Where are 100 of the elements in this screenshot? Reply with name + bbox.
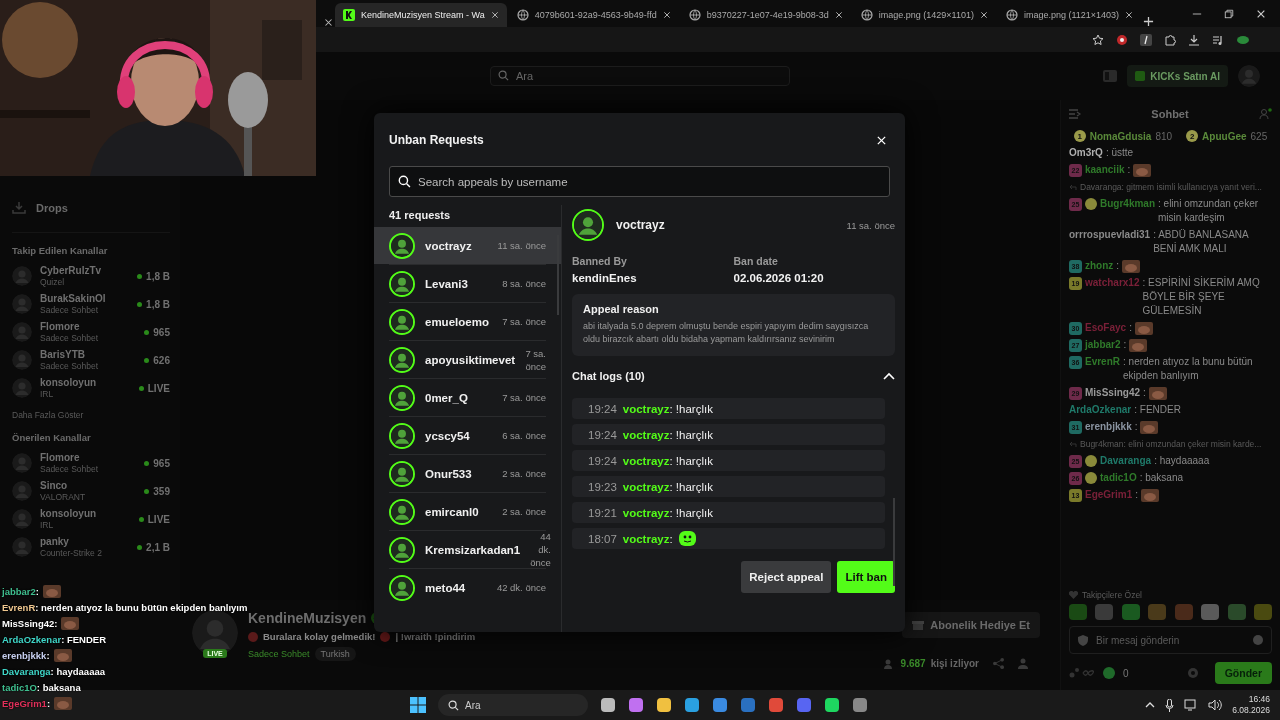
tab-close-icon[interactable] bbox=[979, 11, 988, 19]
channel-name[interactable]: BarisYTB bbox=[40, 348, 137, 361]
reject-appeal-button[interactable]: Reject appeal bbox=[741, 561, 832, 593]
volume-icon[interactable] bbox=[1208, 699, 1223, 711]
request-row[interactable]: ycscy54 6 sa. önce bbox=[374, 417, 561, 454]
search-field[interactable]: Search appeals by username bbox=[389, 166, 890, 197]
chat-username[interactable]: erenbjkkk bbox=[1085, 420, 1132, 434]
channel-category: Quizel bbox=[40, 276, 66, 288]
viewer-label: kişi izliyor bbox=[930, 658, 979, 669]
new-tab-icon[interactable] bbox=[1143, 16, 1155, 27]
chat-username[interactable]: Om3rQ bbox=[1069, 146, 1103, 160]
request-row[interactable]: 0mer_Q 7 sa. önce bbox=[374, 379, 561, 416]
chat-message: : bbox=[35, 585, 39, 599]
puzzle-icon[interactable] bbox=[1164, 33, 1176, 46]
chat-username[interactable]: MisSsing42 bbox=[1085, 386, 1141, 400]
request-row[interactable]: Levani3 8 sa. önce bbox=[374, 265, 561, 302]
language-tag[interactable]: Turkish bbox=[314, 647, 356, 661]
restore-icon[interactable] bbox=[1224, 8, 1234, 19]
request-row[interactable]: voctrayz 11 sa. önce bbox=[374, 227, 561, 264]
request-row[interactable]: Onur533 2 sa. önce bbox=[374, 455, 561, 492]
live-dot bbox=[144, 460, 150, 466]
chat-username[interactable]: jabbar2 bbox=[1085, 338, 1121, 352]
chevron-up-icon[interactable] bbox=[1145, 701, 1156, 709]
channel-name[interactable]: Flomore bbox=[40, 451, 137, 464]
channel-name[interactable]: CyberRulzTv bbox=[40, 264, 130, 277]
search-field[interactable]: Ara bbox=[490, 66, 790, 86]
channel-name[interactable]: konsoloyun bbox=[40, 376, 131, 389]
clock-time[interactable]: 16:46 bbox=[1248, 694, 1270, 705]
message-input[interactable]: Bir mesaj gönderin bbox=[1069, 626, 1272, 654]
channel-name[interactable]: KendineMuzisyen bbox=[248, 610, 367, 626]
chat-username[interactable]: zhonz bbox=[1085, 259, 1114, 273]
tab-close-icon[interactable] bbox=[662, 11, 671, 19]
tab-close-icon[interactable] bbox=[324, 18, 333, 27]
request-row[interactable]: meto44 42 dk. önce bbox=[374, 569, 561, 606]
request-row[interactable]: Kremsizarkadan1 44 dk. önce bbox=[374, 531, 561, 568]
tab-close-icon[interactable] bbox=[1125, 11, 1134, 19]
avatar-icon bbox=[389, 574, 415, 601]
chat-username[interactable]: ArdaOzkenar bbox=[1069, 403, 1132, 417]
category-link[interactable]: Sadece Sohbet bbox=[248, 649, 310, 659]
viewer-count: 359 bbox=[153, 485, 170, 497]
chat-username[interactable]: kaanciik bbox=[1085, 163, 1125, 177]
request-row[interactable]: apoyusiktimevet 7 sa. önce bbox=[374, 341, 561, 378]
browser-tab[interactable]: b9370227-1e07-4e19-9b08-3d bbox=[680, 3, 851, 27]
scrollbar[interactable] bbox=[557, 235, 559, 315]
chat-username[interactable]: Davaranga bbox=[1100, 454, 1152, 468]
extension-icon[interactable] bbox=[1116, 33, 1128, 46]
close-icon[interactable] bbox=[1256, 8, 1266, 19]
channel-name[interactable]: BurakSakinOl bbox=[40, 292, 130, 305]
tab-close-icon[interactable] bbox=[834, 11, 843, 19]
gifter-name[interactable]: NomaGdusia bbox=[1089, 130, 1152, 142]
close-button[interactable] bbox=[876, 134, 887, 146]
collapse-button[interactable] bbox=[883, 372, 895, 380]
avatar-icon bbox=[389, 270, 415, 297]
chat-username[interactable]: orrrospuevladi31 bbox=[1069, 228, 1151, 242]
avatar-icon bbox=[12, 481, 32, 501]
browser-tab[interactable]: image.png (1429×1101) bbox=[852, 3, 996, 27]
taskbar-search[interactable]: Ara bbox=[438, 694, 588, 716]
windows-icon[interactable] bbox=[410, 697, 426, 713]
live-dot bbox=[137, 301, 143, 307]
gift-subscription-button[interactable]: Abonelik Hediye Et bbox=[902, 612, 1040, 638]
gifter-name[interactable]: ApuuGee bbox=[1202, 130, 1247, 142]
extension-icon[interactable] bbox=[1140, 33, 1152, 46]
network-icon[interactable] bbox=[1184, 699, 1199, 711]
avatar-icon bbox=[12, 294, 32, 314]
avatar-icon bbox=[389, 346, 415, 373]
scrollbar[interactable] bbox=[893, 498, 895, 586]
chat-message: : bbox=[46, 649, 50, 663]
send-button[interactable]: Gönder bbox=[1214, 662, 1272, 684]
request-row[interactable]: emircanl0 2 sa. önce bbox=[374, 493, 561, 530]
show-more-link[interactable]: Daha Fazla Göster bbox=[12, 410, 170, 420]
avatar-icon bbox=[389, 232, 415, 259]
stream-commands: | !wraith !pindirim bbox=[395, 631, 476, 642]
browser-tab[interactable]: KendineMuzisyen Stream - Wa bbox=[335, 3, 507, 27]
chat-username[interactable]: tadic1O bbox=[1100, 471, 1137, 485]
tab-close-icon[interactable] bbox=[490, 11, 499, 19]
avatar-icon bbox=[12, 509, 32, 529]
drops-link[interactable]: Drops bbox=[36, 202, 68, 214]
viewer-count: 965 bbox=[153, 457, 170, 469]
microphone-icon[interactable] bbox=[1165, 698, 1175, 712]
emote-icon[interactable] bbox=[1201, 604, 1220, 620]
browser-tab[interactable]: image.png (1121×1403) bbox=[997, 3, 1142, 27]
clock-date[interactable]: 6.08.2026 bbox=[1232, 705, 1270, 716]
chat-username[interactable]: EvrenR bbox=[1085, 355, 1120, 369]
download-icon[interactable] bbox=[1188, 33, 1200, 46]
star-icon[interactable] bbox=[1092, 33, 1104, 46]
section-heading: Önerilen Kanallar bbox=[12, 432, 92, 443]
browser-tab[interactable]: 4079b601-92a9-4563-9b49-ffd bbox=[508, 3, 679, 27]
channel-name[interactable]: Sinco bbox=[40, 479, 137, 492]
globe-icon bbox=[860, 9, 873, 21]
chat-message: : bbox=[54, 617, 58, 631]
lift-ban-button[interactable]: Lift ban bbox=[837, 561, 895, 593]
channel-name[interactable]: panky bbox=[40, 535, 130, 548]
channel-name[interactable]: Flomore bbox=[40, 320, 137, 333]
request-row[interactable]: emueloemo 7 sa. önce bbox=[374, 303, 561, 340]
users-icon[interactable] bbox=[1259, 108, 1272, 120]
channel-name[interactable]: konsoloyun bbox=[40, 507, 131, 520]
chat-message: : ABDÜ BANLASANA BENİ AMK MALI bbox=[1153, 228, 1250, 256]
chat-username[interactable]: Bugr4kman bbox=[1100, 197, 1155, 211]
kicks-button[interactable]: KICKs Satın Al bbox=[1127, 65, 1228, 87]
media-icon[interactable] bbox=[1212, 33, 1224, 46]
